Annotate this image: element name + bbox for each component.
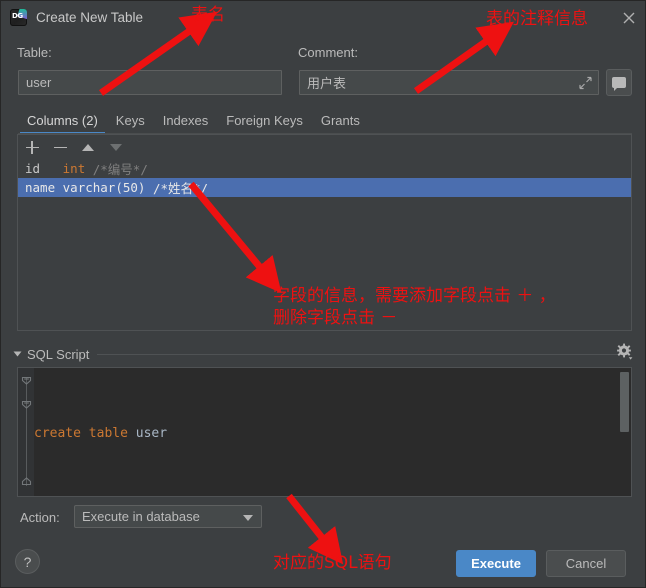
comment-value: 用户表 — [307, 76, 347, 91]
table-name-input[interactable]: user — [18, 70, 282, 95]
column-name: name — [25, 180, 56, 195]
columns-toolbar — [18, 135, 631, 160]
code-line: ( — [34, 494, 617, 496]
datagrip-logo-icon — [10, 8, 27, 26]
tab-indexes[interactable]: Indexes — [154, 113, 218, 134]
action-dropdown[interactable]: Execute in database — [74, 505, 262, 528]
fold-marker-icon[interactable] — [21, 373, 32, 385]
create-new-table-dialog: Create New Table Table: user Comment: 用户… — [0, 0, 646, 588]
editor-gutter — [18, 368, 34, 496]
action-label: Action: — [20, 510, 60, 525]
fold-marker-icon[interactable] — [21, 397, 32, 409]
cancel-button[interactable]: Cancel — [546, 550, 626, 577]
sql-code-text[interactable]: create table user ( id int null comment … — [34, 374, 617, 496]
chevron-down-icon[interactable] — [13, 351, 22, 357]
move-down-button — [102, 136, 130, 158]
close-icon[interactable] — [619, 8, 639, 28]
execute-button[interactable]: Execute — [456, 550, 536, 577]
sql-script-editor[interactable]: create table user ( id int null comment … — [17, 367, 632, 497]
expand-arrows-icon[interactable] — [579, 76, 592, 89]
annotation-table-name: 表名 — [191, 5, 225, 25]
column-comment: /*姓名*/ — [152, 181, 209, 196]
help-button[interactable]: ? — [15, 549, 40, 574]
table-name-value: user — [26, 75, 52, 90]
comment-label: Comment: — [298, 45, 358, 60]
annotation-columns-line1: 字段的信息，需要添加字段点击 ＋ ， — [273, 286, 556, 306]
column-type: int — [62, 161, 86, 176]
code-line: create table user — [34, 426, 168, 441]
remove-column-button[interactable] — [46, 136, 74, 158]
section-divider — [97, 353, 622, 355]
action-dropdown-value: Execute in database — [82, 509, 200, 524]
add-column-button[interactable] — [18, 136, 46, 158]
table-row[interactable]: id int /*编号*/ — [18, 159, 631, 178]
speech-bubble-icon — [612, 77, 626, 91]
sql-script-header: SQL Script — [13, 343, 634, 363]
annotation-table-comment: 表的注释信息 — [486, 9, 588, 29]
triangle-down-icon — [110, 143, 122, 151]
dialog-title: Create New Table — [36, 9, 144, 25]
tab-foreign-keys[interactable]: Foreign Keys — [217, 113, 312, 134]
plus-icon — [25, 140, 39, 154]
gear-icon[interactable] — [616, 343, 634, 361]
minus-icon — [53, 141, 67, 154]
table-label: Table: — [17, 45, 52, 60]
annotation-sql-statement: 对应的SQL语句 — [273, 553, 392, 573]
table-editor-tabs: Columns (2) Keys Indexes Foreign Keys Gr… — [18, 108, 632, 134]
fold-guide-line — [26, 378, 27, 486]
table-row[interactable]: name varchar(50) /*姓名*/ — [18, 178, 631, 197]
move-up-button[interactable] — [74, 136, 102, 158]
tab-columns[interactable]: Columns (2) — [18, 113, 107, 134]
triangle-up-icon — [82, 143, 94, 151]
column-name: id — [25, 161, 41, 176]
tab-keys[interactable]: Keys — [107, 113, 154, 134]
chevron-down-icon — [243, 515, 253, 521]
tab-grants[interactable]: Grants — [312, 113, 369, 134]
comment-editor-button[interactable] — [606, 69, 632, 96]
arrow-to-sql — [286, 493, 344, 565]
column-type: varchar(50) — [62, 180, 146, 195]
annotation-columns-line2: 删除字段点击 － — [273, 308, 398, 328]
fold-end-marker-icon[interactable] — [21, 474, 32, 486]
comment-input[interactable]: 用户表 — [299, 70, 599, 95]
sql-script-title: SQL Script — [27, 346, 90, 362]
editor-scrollbar[interactable] — [620, 372, 629, 432]
column-comment: /*编号*/ — [92, 162, 148, 177]
